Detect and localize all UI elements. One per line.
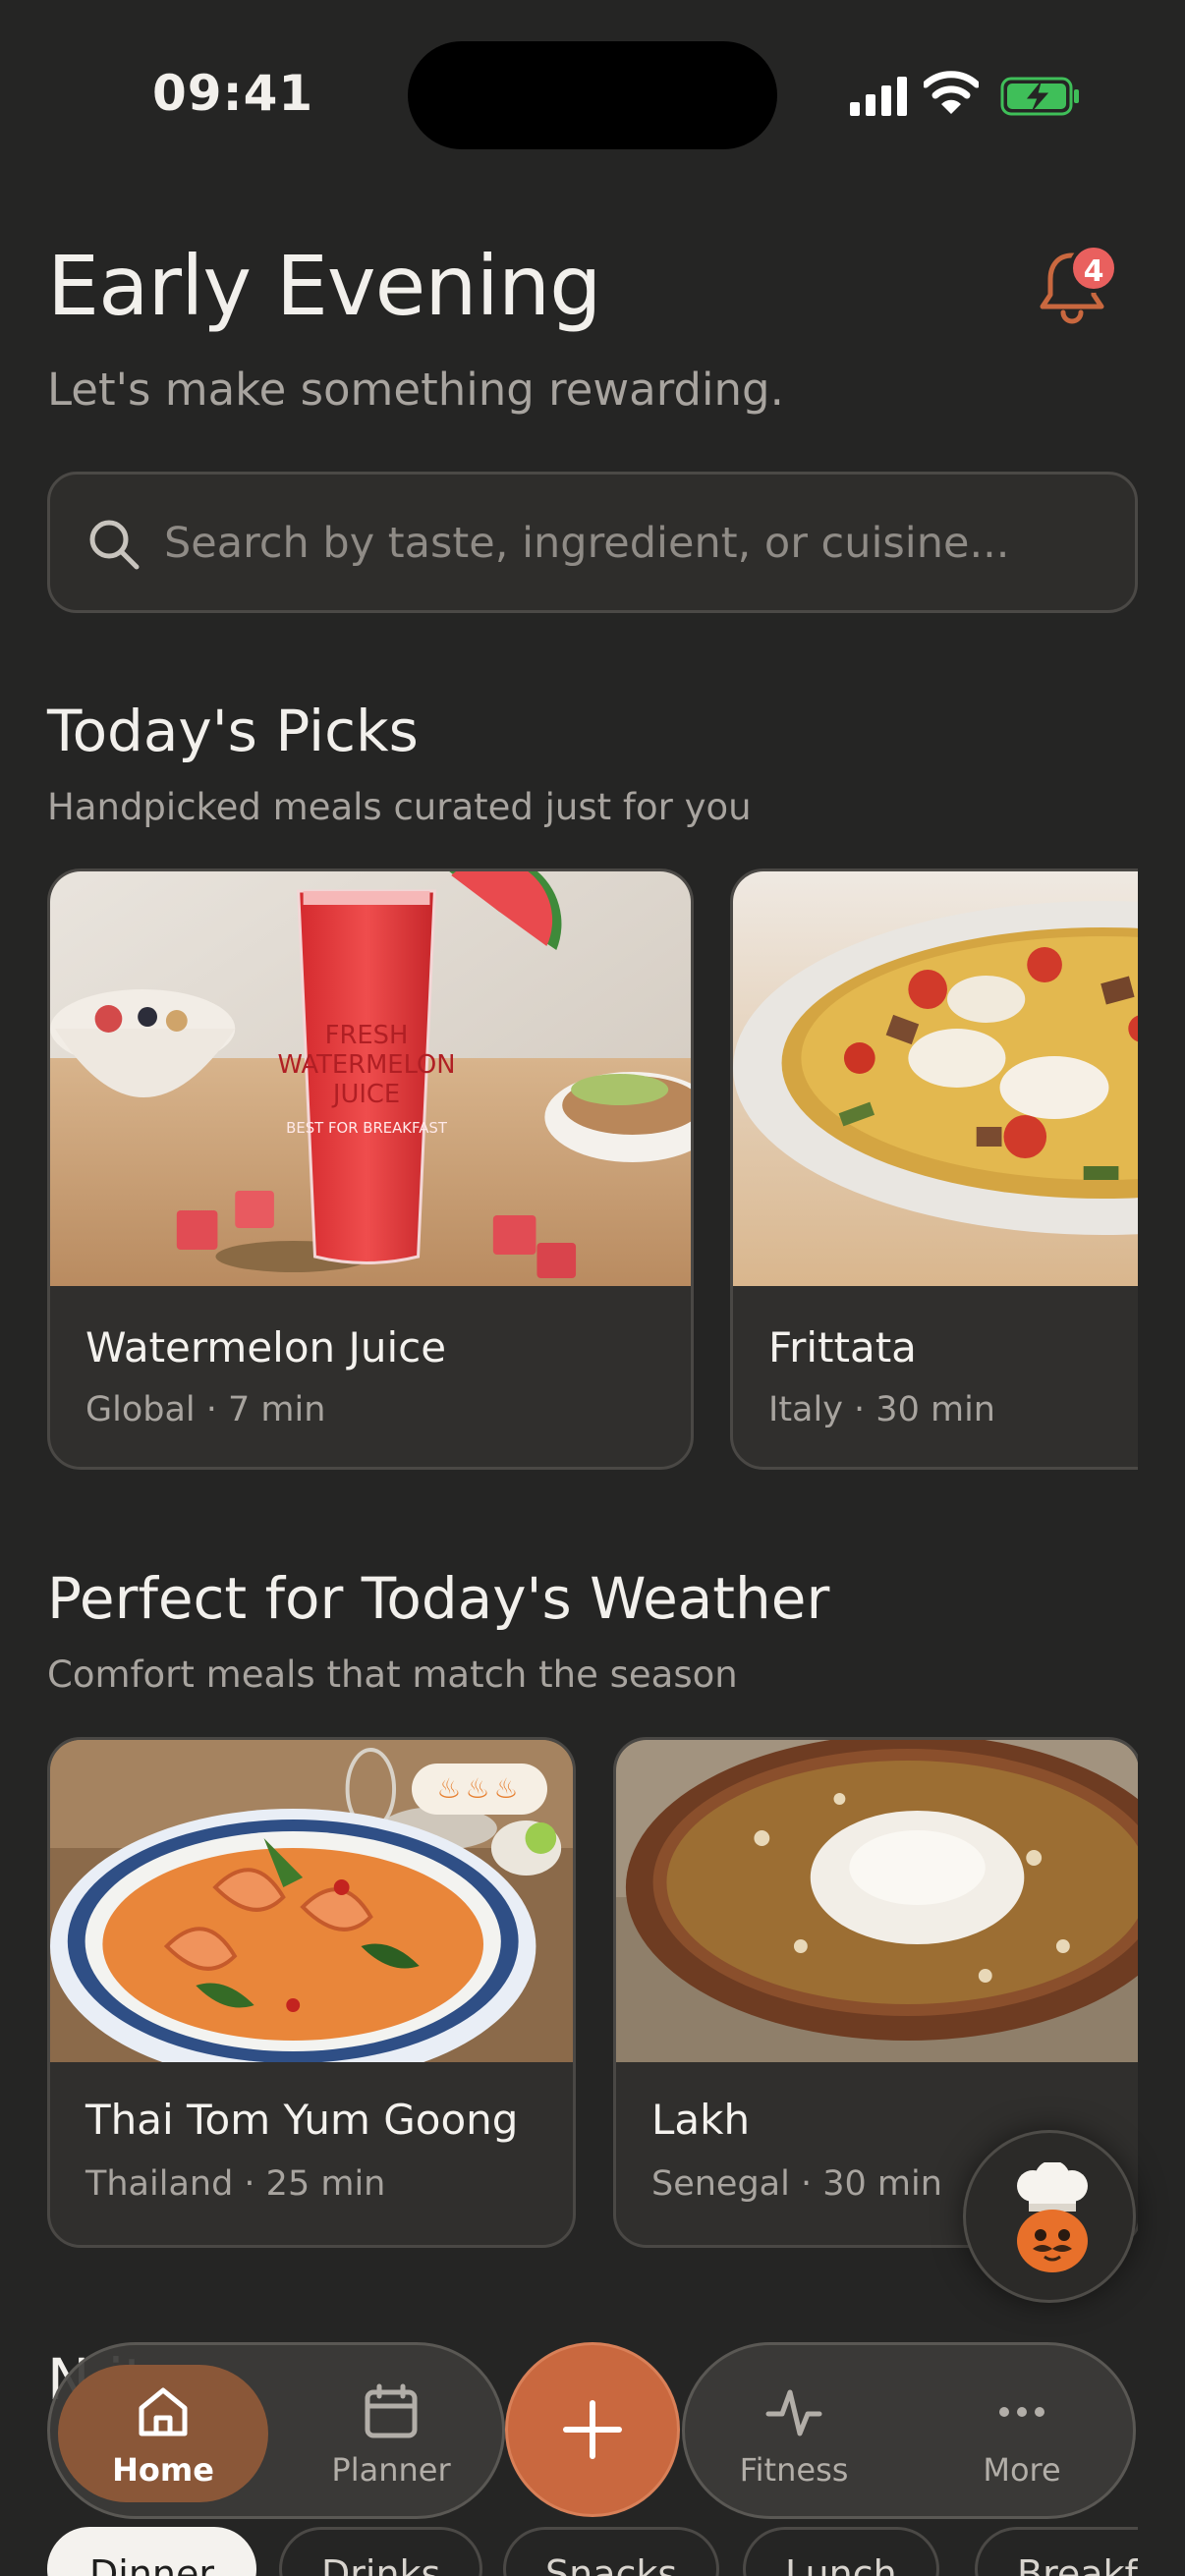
notification-badge: 4 — [1069, 244, 1118, 293]
home-icon — [139, 2387, 188, 2436]
nav-label-home: Home — [112, 2451, 214, 2489]
status-time: 09:41 — [152, 65, 314, 122]
watermelon-juice-image: FRESH WATERMELON JUICE BEST FOR BREAKFAS… — [50, 871, 691, 1286]
nav-label-more: More — [983, 2451, 1061, 2489]
nav-planner[interactable]: Planner — [286, 2365, 496, 2502]
chip-drinks[interactable]: Drinks — [279, 2527, 483, 2576]
todays-picks-carousel[interactable]: FRESH WATERMELON JUICE BEST FOR BREAKFAS… — [47, 868, 1138, 1470]
nav-more[interactable]: More — [917, 2365, 1127, 2502]
juice-label-line1: FRESH — [325, 1021, 409, 1050]
home-screen: 09:41 Early Evening Let's make something… — [0, 0, 1185, 2576]
todays-picks-title: Today's Picks — [47, 698, 419, 764]
recipe-name: Lakh — [651, 2096, 751, 2144]
recipe-card-watermelon-juice[interactable]: FRESH WATERMELON JUICE BEST FOR BREAKFAS… — [47, 868, 694, 1470]
chip-breakfast[interactable]: Breakfast — [975, 2527, 1138, 2576]
todays-picks-subtitle: Handpicked meals curated just for you — [47, 786, 752, 828]
weather-section-subtitle: Comfort meals that match the season — [47, 1653, 738, 1696]
juice-label-line4: BEST FOR BREAKFAST — [286, 1119, 448, 1137]
recipe-meta: Global · 7 min — [85, 1390, 326, 1429]
spice-level-badge: ♨♨♨ — [412, 1764, 547, 1815]
wifi-icon — [924, 71, 979, 114]
recipe-meta: Italy · 30 min — [768, 1390, 995, 1429]
search-input[interactable] — [164, 504, 1107, 583]
recipe-card-thai-tom-yum-goong[interactable]: ♨♨♨ Thai Tom Yum Goong Thailand · 25 min — [47, 1737, 576, 2248]
nav-label-fitness: Fitness — [739, 2451, 849, 2489]
nav-fitness[interactable]: Fitness — [689, 2365, 899, 2502]
search-icon — [89, 520, 140, 570]
recipe-card-frittata[interactable]: Frittata Italy · 30 min — [730, 868, 1138, 1470]
chef-mascot-icon — [1017, 2162, 1088, 2272]
recipe-meta: Senegal · 30 min — [651, 2164, 942, 2204]
more-icon — [999, 2407, 1044, 2417]
activity-icon — [765, 2389, 822, 2436]
chip-lunch[interactable]: Lunch — [743, 2527, 939, 2576]
dynamic-island — [408, 41, 777, 149]
bottom-nav-right: Fitness More — [682, 2342, 1136, 2519]
cellular-signal-icon — [850, 77, 907, 116]
bottom-nav-left: Home Planner — [47, 2342, 505, 2519]
juice-label-line2: WATERMELON — [278, 1050, 456, 1080]
frittata-image — [733, 871, 1138, 1286]
calendar-icon — [365, 2383, 418, 2438]
nav-home[interactable]: Home — [58, 2365, 268, 2502]
flame-icon: ♨♨♨ — [436, 1772, 523, 1805]
greeting-title: Early Evening — [47, 238, 601, 334]
recipe-name: Thai Tom Yum Goong — [85, 2096, 519, 2144]
chip-snacks[interactable]: Snacks — [503, 2527, 720, 2576]
plus-icon — [563, 2400, 622, 2459]
juice-label-line3: JUICE — [331, 1080, 400, 1109]
recipe-name: Frittata — [768, 1323, 917, 1372]
battery-charging-icon — [1000, 77, 1079, 116]
weather-section-title: Perfect for Today's Weather — [47, 1565, 830, 1632]
meal-type-chips: Dinner Drinks Snacks Lunch Breakfast — [47, 2527, 1138, 2576]
chef-assistant-button[interactable] — [963, 2130, 1136, 2303]
lakh-image — [616, 1740, 1138, 2062]
add-recipe-button[interactable] — [505, 2342, 680, 2517]
nav-label-planner: Planner — [331, 2451, 451, 2489]
status-bar: 09:41 — [0, 0, 1185, 187]
search-bar[interactable] — [47, 472, 1138, 613]
recipe-name: Watermelon Juice — [85, 1323, 447, 1372]
chip-dinner[interactable]: Dinner — [47, 2527, 256, 2576]
greeting-subtitle: Let's make something rewarding. — [47, 364, 784, 416]
recipe-meta: Thailand · 25 min — [85, 2164, 386, 2204]
